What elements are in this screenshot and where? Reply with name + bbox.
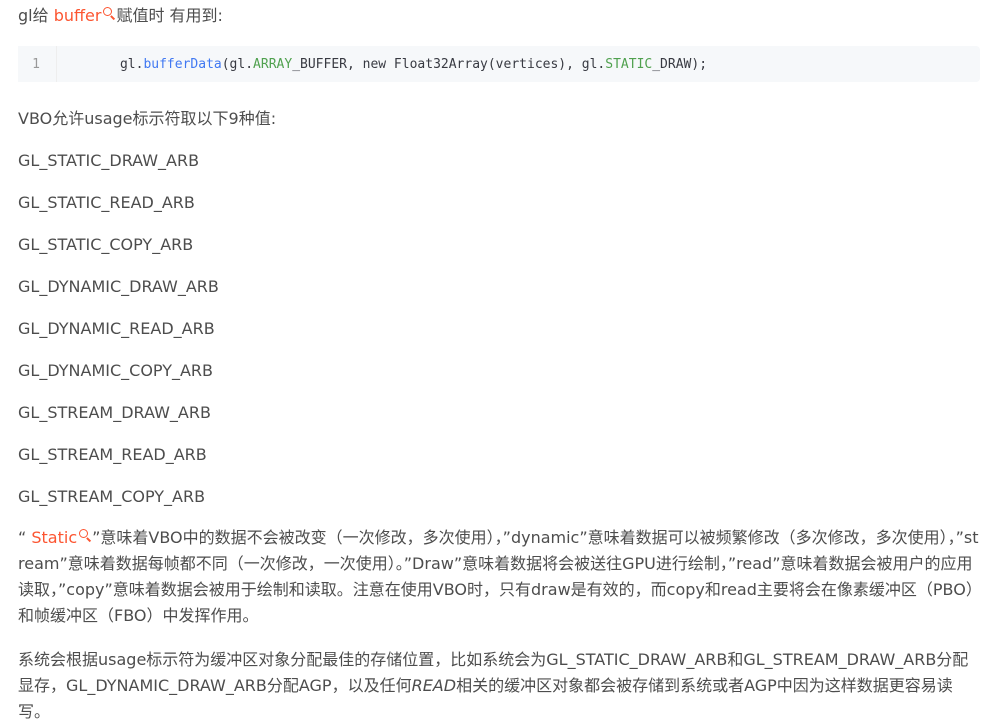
usage-value-item: GL_STREAM_COPY_ARB xyxy=(18,487,206,506)
keyword-link-buffer[interactable]: buffer xyxy=(54,6,102,25)
usage-value-item: GL_DYNAMIC_COPY_ARB xyxy=(18,361,214,380)
usage-value-item: GL_DYNAMIC_READ_ARB xyxy=(18,319,215,338)
usage-value-item: GL_STREAM_READ_ARB xyxy=(18,445,207,464)
description-text: ”意味着VBO中的数据不会被改变（一次修改，多次使用），”dynamic”意味着… xyxy=(18,528,979,625)
usage-values-list: GL_STATIC_DRAW_ARB GL_STATIC_READ_ARB GL… xyxy=(18,148,219,526)
code-line-number: 1 xyxy=(18,46,57,82)
keyword-link-static[interactable]: Static xyxy=(31,528,77,547)
code-token: _DRAW); xyxy=(652,56,708,72)
code-token-function: bufferData xyxy=(143,56,222,72)
intro-suffix: 赋值时 有用到: xyxy=(116,6,223,25)
storage-text-italic: READ xyxy=(411,676,457,695)
code-token-constant: STATIC xyxy=(605,56,653,72)
usage-value-item: GL_STATIC_DRAW_ARB xyxy=(18,151,200,170)
usage-value-item: GL_DYNAMIC_DRAW_ARB xyxy=(18,277,219,296)
code-token: gl. xyxy=(119,56,144,72)
usage-intro-text: VBO允许usage标示符取以下9种值: xyxy=(18,109,277,128)
code-token: (gl. xyxy=(221,56,254,72)
search-icon[interactable] xyxy=(79,529,89,538)
intro-paragraph: gl给 buffer 赋值时 有用到: xyxy=(18,3,223,29)
code-line: gl.bufferData(gl.ARRAY_BUFFER, new Float… xyxy=(57,42,707,87)
usage-value-item: GL_STATIC_COPY_ARB xyxy=(18,235,194,254)
open-quote: “ xyxy=(18,528,32,547)
search-icon[interactable] xyxy=(103,7,113,16)
code-block: 1 gl.bufferData(gl.ARRAY_BUFFER, new Flo… xyxy=(18,46,980,82)
intro-prefix: gl给 xyxy=(18,6,54,25)
usage-value-item: GL_STATIC_READ_ARB xyxy=(18,193,195,212)
code-token: _BUFFER, new Float32Array(vertices), gl. xyxy=(292,56,606,72)
usage-description-paragraph: “ Static ”意味着VBO中的数据不会被改变（一次修改，多次使用），”dyn… xyxy=(18,525,980,629)
code-token-constant: ARRAY xyxy=(253,56,293,72)
usage-value-item: GL_STREAM_DRAW_ARB xyxy=(18,403,211,422)
storage-paragraph: 系统会根据usage标示符为缓冲区对象分配最佳的存储位置，比如系统会为GL_ST… xyxy=(18,647,980,725)
